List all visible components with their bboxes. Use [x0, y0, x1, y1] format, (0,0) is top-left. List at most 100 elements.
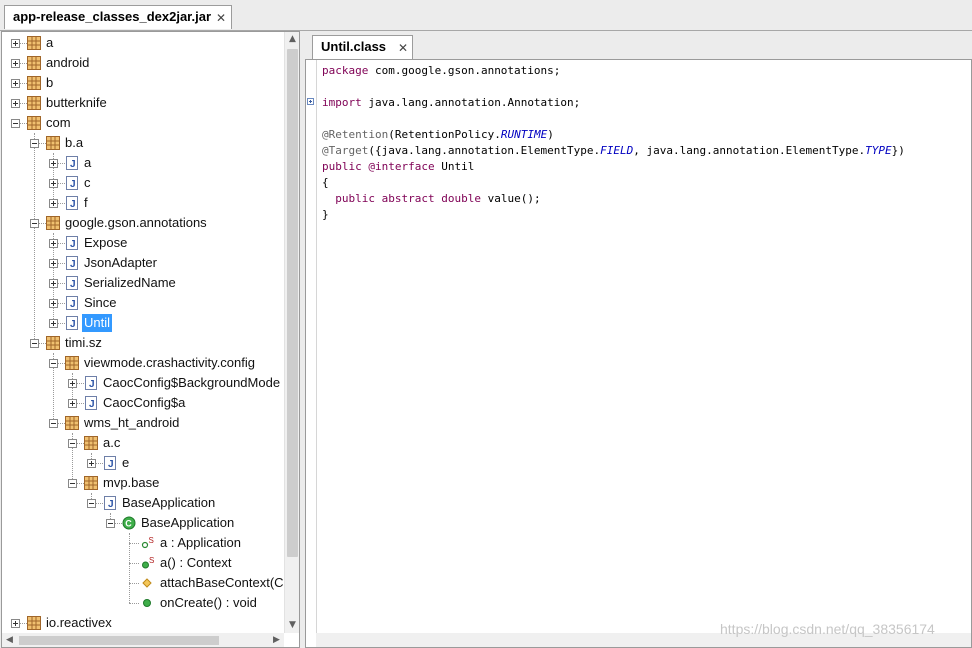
expand-toggle-icon[interactable]	[11, 79, 20, 88]
collapse-toggle-icon[interactable]	[49, 419, 58, 428]
tree-node-label[interactable]: mvp.base	[101, 474, 161, 492]
expand-toggle-icon[interactable]	[11, 59, 20, 68]
collapse-toggle-icon[interactable]	[68, 479, 77, 488]
tree-node[interactable]: J JsonAdapter	[2, 253, 283, 273]
collapse-toggle-icon[interactable]	[30, 139, 39, 148]
collapse-toggle-icon[interactable]	[106, 519, 115, 528]
tree-node[interactable]: Je	[2, 453, 283, 473]
tree-node[interactable]: Ja	[2, 153, 283, 173]
tree-node-label[interactable]: google.gson.annotations	[63, 214, 209, 232]
tree-node-label[interactable]: a : Application	[158, 534, 243, 552]
tree-node-label[interactable]: timi.sz	[63, 334, 104, 352]
expand-toggle-icon[interactable]	[49, 259, 58, 268]
package-tree[interactable]: a android b butterknife com b.a Ja Jc Jf google.g…	[1, 31, 300, 648]
tree-node-label[interactable]: attachBaseContext(Context) : void	[158, 574, 299, 592]
scroll-left-arrow-icon[interactable]: ◀	[2, 633, 17, 647]
tree-node-label[interactable]: com	[44, 114, 73, 132]
collapse-toggle-icon[interactable]	[68, 439, 77, 448]
tree-hscroll-thumb[interactable]	[19, 636, 219, 645]
tree-node[interactable]: b.a	[2, 133, 283, 153]
tree-node-label[interactable]: Since	[82, 294, 119, 312]
tree-node-label[interactable]: JsonAdapter	[82, 254, 159, 272]
tree-node[interactable]: android	[2, 53, 283, 73]
collapse-toggle-icon[interactable]	[49, 359, 58, 368]
tab-until-class[interactable]: Until.class ✕	[312, 35, 413, 59]
tree-node[interactable]: J CaocConfig$BackgroundMode	[2, 373, 283, 393]
tree-node[interactable]: timi.sz	[2, 333, 283, 353]
tree-node[interactable]: C BaseApplication	[2, 513, 283, 533]
tree-node-label[interactable]: b	[44, 74, 55, 92]
tree-node-label[interactable]: BaseApplication	[120, 494, 217, 512]
tree-node-label[interactable]: e	[120, 454, 131, 472]
expand-toggle-icon[interactable]	[49, 319, 58, 328]
tree-node[interactable]: J Expose	[2, 233, 283, 253]
collapse-toggle-icon[interactable]	[30, 219, 39, 228]
tree-node[interactable]: google.gson.annotations	[2, 213, 283, 233]
expand-toggle-icon[interactable]	[11, 619, 20, 628]
tree-node-label[interactable]: onCreate() : void	[158, 594, 259, 612]
tree-node[interactable]: wms_ht_android	[2, 413, 283, 433]
tree-node[interactable]: onCreate() : void	[2, 593, 283, 613]
tree-node-label[interactable]: CaocConfig$BackgroundMode	[101, 374, 282, 392]
tree-node[interactable]: J CaocConfig$a	[2, 393, 283, 413]
tree-node-label[interactable]: BaseApplication	[139, 514, 236, 532]
tree-node[interactable]: viewmode.crashactivity.config	[2, 353, 283, 373]
code-editor[interactable]: package com.google.gson.annotations; impo…	[305, 59, 972, 648]
tree-node[interactable]: b	[2, 73, 283, 93]
tree-node-label[interactable]: a	[44, 34, 55, 52]
expand-toggle-icon[interactable]	[49, 239, 58, 248]
collapse-toggle-icon[interactable]	[11, 119, 20, 128]
tree-node-label[interactable]: Until	[82, 314, 113, 332]
tab-jar-file[interactable]: app-release_classes_dex2jar.jar ✕	[4, 5, 232, 29]
expand-toggle-icon[interactable]	[68, 399, 77, 408]
tree-node-label[interactable]: butterknife	[44, 94, 109, 112]
tree-node[interactable]: Sa() : Context	[2, 553, 283, 573]
collapse-toggle-icon[interactable]	[87, 499, 96, 508]
expand-toggle-icon[interactable]	[49, 179, 58, 188]
tree-horizontal-scrollbar[interactable]: ◀ ▶	[2, 633, 284, 647]
tree-node-label[interactable]: a	[82, 154, 93, 172]
tree-node[interactable]: attachBaseContext(Context) : void	[2, 573, 299, 593]
tree-node[interactable]: Jf	[2, 193, 283, 213]
tree-node[interactable]: J SerializedName	[2, 273, 283, 293]
expand-toggle-icon[interactable]	[11, 99, 20, 108]
tree-node-label[interactable]: android	[44, 54, 91, 72]
expand-toggle-icon[interactable]	[49, 199, 58, 208]
tree-node[interactable]: com	[2, 113, 283, 133]
expand-toggle-icon[interactable]	[49, 279, 58, 288]
tree-node[interactable]: a	[2, 33, 283, 53]
tree-node[interactable]: a.c	[2, 433, 283, 453]
tree-node[interactable]: io.reactivex	[2, 613, 283, 633]
tree-node-label[interactable]: SerializedName	[82, 274, 178, 292]
tree-node[interactable]: J Since	[2, 293, 283, 313]
close-icon[interactable]: ✕	[397, 42, 409, 54]
tree-node[interactable]: J Until	[2, 313, 283, 333]
expand-toggle-icon[interactable]	[49, 299, 58, 308]
expand-toggle-icon[interactable]	[68, 379, 77, 388]
tree-node-label[interactable]: CaocConfig$a	[101, 394, 187, 412]
scroll-right-arrow-icon[interactable]: ▶	[269, 633, 284, 647]
tree-node-label[interactable]: io.reactivex	[44, 614, 114, 632]
tree-node-label[interactable]: c	[82, 174, 93, 192]
tree-scroll-thumb[interactable]	[287, 49, 298, 557]
tree-node-label[interactable]: a.c	[101, 434, 122, 452]
tree-vertical-scrollbar[interactable]: ▲ ▼	[284, 32, 299, 633]
tree-node-label[interactable]: viewmode.crashactivity.config	[82, 354, 257, 372]
collapse-toggle-icon[interactable]	[30, 339, 39, 348]
fold-expand-icon[interactable]	[307, 98, 314, 105]
tree-node[interactable]: mvp.base	[2, 473, 283, 493]
tree-node-label[interactable]: f	[82, 194, 90, 212]
expand-toggle-icon[interactable]	[49, 159, 58, 168]
close-icon[interactable]: ✕	[215, 12, 227, 24]
tree-node[interactable]: Sa : Application	[2, 533, 283, 553]
tree-node-label[interactable]: a() : Context	[158, 554, 234, 572]
tree-node[interactable]: J BaseApplication	[2, 493, 283, 513]
tree-node-label[interactable]: wms_ht_android	[82, 414, 181, 432]
scroll-up-arrow-icon[interactable]: ▲	[285, 32, 299, 47]
tree-node[interactable]: Jc	[2, 173, 283, 193]
expand-toggle-icon[interactable]	[11, 39, 20, 48]
tree-node[interactable]: butterknife	[2, 93, 283, 113]
tree-node-label[interactable]: Expose	[82, 234, 129, 252]
tree-node-label[interactable]: b.a	[63, 134, 85, 152]
expand-toggle-icon[interactable]	[87, 459, 96, 468]
